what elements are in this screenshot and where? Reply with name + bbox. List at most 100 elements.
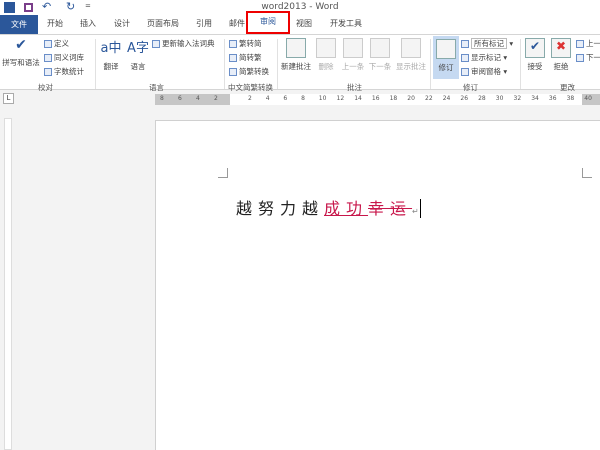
vertical-ruler[interactable] [4, 118, 12, 450]
title-bar: ↶ ↻ = word2013 - Word [0, 0, 600, 15]
group-changes-label: 更改 [560, 83, 575, 92]
ribbon-tabs: 文件 开始 插入 设计 页面布局 引用 邮件 审阅 视图 开发工具 [0, 11, 600, 34]
convert-icon [229, 68, 237, 76]
next-change-button[interactable]: 下一 [576, 52, 600, 63]
ruler-tick-label: 36 [548, 95, 557, 102]
ribbon: ✔ 拼写和语法 定义 同义词库 字数统计 校对 a中 翻译 A字 语言 更新输入法词典… [0, 34, 600, 92]
convert-button[interactable]: 简繁转换 [229, 66, 269, 77]
document-page[interactable]: 越努力越成功幸运↵ [155, 120, 600, 450]
tab-design[interactable]: 设计 [114, 18, 130, 29]
text-cursor [419, 199, 421, 218]
ruler-tick-label: 2 [214, 95, 218, 102]
new-comment-icon [286, 38, 306, 58]
ruler-tick-label: 22 [425, 95, 433, 102]
ruler-tick-label: 32 [513, 95, 522, 102]
tab-references[interactable]: 引用 [196, 18, 212, 29]
prev-icon [343, 38, 363, 58]
group-proofing-label: 校对 [38, 83, 53, 92]
convert-icon [229, 40, 237, 48]
group-tracking-label: 修订 [463, 83, 478, 92]
ruler-tick-label: 8 [301, 95, 305, 102]
update-ime-button[interactable]: 更新输入法词典 [152, 38, 215, 49]
ruler-tick-label: 24 [442, 95, 451, 102]
tab-review[interactable]: 审阅 [246, 11, 290, 34]
tab-layout[interactable]: 页面布局 [147, 18, 179, 29]
delete-icon [316, 38, 336, 58]
reject-icon: ✖ [551, 38, 571, 58]
ruler-tick-label: 26 [460, 95, 469, 102]
next-change-icon [576, 54, 584, 62]
tab-insert[interactable]: 插入 [80, 18, 96, 29]
ruler-tick-label: 34 [531, 95, 539, 102]
track-changes-button[interactable]: 修订 [433, 36, 459, 79]
thesaurus-icon [44, 54, 52, 62]
prev-change-icon [576, 40, 584, 48]
reject-button[interactable]: ✖ 拒绝 [549, 38, 573, 72]
translate-button[interactable]: a中 翻译 [98, 37, 124, 72]
show-markup-button[interactable]: 显示标记 ▾ [461, 52, 507, 63]
next-comment-button[interactable]: 下一条 [367, 38, 393, 72]
group-chinese-label: 中文简繁转换 [228, 83, 273, 92]
ruler-tick-label: 20 [407, 95, 415, 102]
normal-text: 越努力越 [236, 199, 325, 218]
ruler-tick-label: 30 [495, 95, 504, 102]
ruler-tick-label: 40 [584, 95, 592, 102]
ruler-tick-label: 8 [160, 95, 164, 102]
prev-comment-button[interactable]: 上一条 [340, 38, 366, 72]
ruler-tick-label: 16 [371, 95, 380, 102]
document-text[interactable]: 越努力越成功幸运↵ [236, 195, 421, 219]
deleted-text: 幸运 [368, 199, 413, 218]
ruler-tick-label: 14 [354, 95, 362, 102]
accept-icon: ✔ [525, 38, 545, 58]
reviewing-pane-button[interactable]: 审阅窗格 ▾ [461, 66, 507, 77]
markup-icon [461, 40, 469, 48]
new-comment-button[interactable]: 新建批注 [280, 38, 312, 72]
paragraph-mark: ↵ [412, 207, 419, 216]
prev-change-button[interactable]: 上一 [576, 38, 600, 49]
window-title: word2013 - Word [261, 2, 339, 12]
language-button[interactable]: A字 语言 [125, 37, 151, 72]
inserted-text: 成功 [324, 199, 369, 218]
word-count-icon [44, 68, 52, 76]
language-icon: A字 [127, 41, 149, 56]
spelling-button[interactable]: ✔ 拼写和语法 [2, 37, 40, 68]
spell-check-icon: ✔ [15, 37, 27, 53]
ruler-tick-label: 18 [389, 95, 398, 102]
tab-mailings[interactable]: 邮件 [229, 18, 245, 29]
next-icon [370, 38, 390, 58]
group-comments-label: 批注 [347, 83, 362, 92]
tab-selector[interactable]: L [3, 93, 14, 104]
ruler-tick-label: 12 [336, 95, 345, 102]
show-comments-icon [401, 38, 421, 58]
define-button[interactable]: 定义 [44, 38, 69, 49]
ruler-tick-label: 38 [566, 95, 575, 102]
tab-view[interactable]: 视图 [296, 18, 312, 29]
trad-to-simp-button[interactable]: 繁转简 [229, 38, 262, 49]
thesaurus-button[interactable]: 同义词库 [44, 52, 84, 63]
group-language-label: 语言 [149, 83, 164, 92]
markup-select[interactable]: 所有标记 ▾ [461, 38, 513, 49]
define-icon [44, 40, 52, 48]
translate-icon: a中 [100, 41, 122, 56]
tab-home[interactable]: 开始 [47, 18, 63, 29]
ime-icon [152, 40, 160, 48]
ruler-tick-label: 28 [478, 95, 486, 102]
ruler-tick-label: 6 [178, 95, 182, 102]
word-count-button[interactable]: 字数统计 [44, 66, 84, 77]
ruler-tick-label: 6 [283, 95, 288, 102]
delete-comment-button[interactable]: 删除 [314, 38, 338, 72]
ruler-tick-label: 2 [248, 95, 252, 102]
ruler-tick-label: 10 [318, 95, 327, 102]
reviewing-pane-icon [461, 68, 469, 76]
convert-icon [229, 54, 237, 62]
track-changes-icon [436, 39, 456, 59]
accept-button[interactable]: ✔ 接受 [523, 38, 547, 72]
horizontal-ruler[interactable]: 8 6 4 2 2 4 6 8 10 12 14 16 18 20 22 24 26 28 30 32 34 36 38 40 [155, 94, 600, 105]
show-markup-icon [461, 54, 469, 62]
tab-developer[interactable]: 开发工具 [330, 18, 362, 29]
show-comments-button[interactable]: 显示批注 [394, 38, 428, 72]
simp-to-trad-button[interactable]: 简转繁 [229, 52, 262, 63]
ruler-tick-label: 4 [196, 95, 200, 102]
ruler-tick-label: 4 [265, 95, 270, 102]
tab-file[interactable]: 文件 [0, 15, 38, 34]
